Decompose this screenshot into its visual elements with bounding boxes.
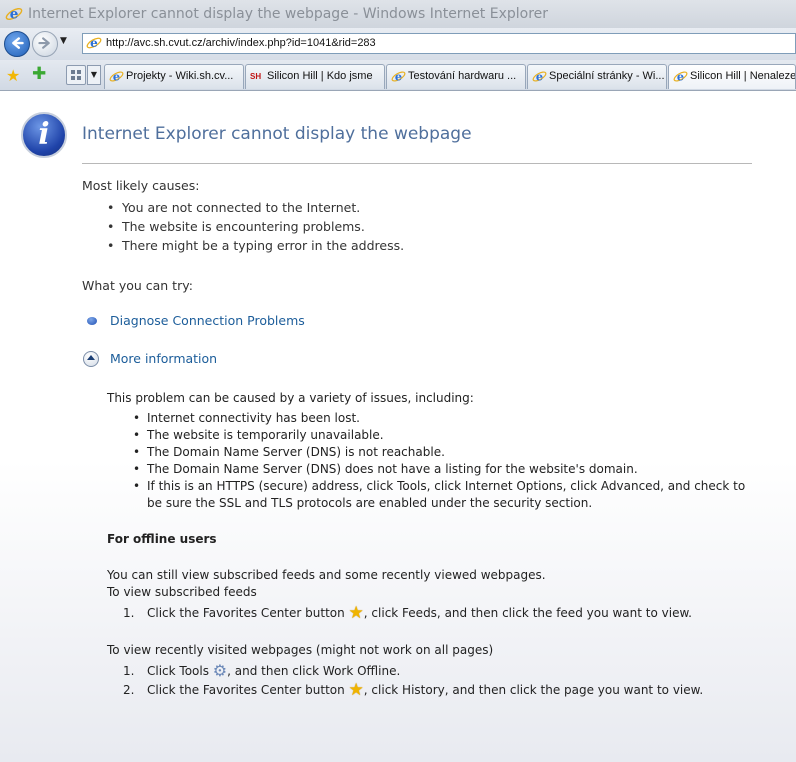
back-arrow-icon (12, 37, 24, 49)
more-info-link-text[interactable]: More information (110, 351, 217, 366)
svg-text:e: e (536, 69, 543, 83)
window-titlebar: e Internet Explorer cannot display the w… (0, 0, 796, 28)
ie-logo-icon: e (5, 7, 23, 23)
diagnose-link-text[interactable]: Diagnose Connection Problems (110, 313, 305, 328)
offline-heading: For offline users (107, 532, 217, 546)
back-button[interactable] (4, 31, 30, 57)
ie-icon: e (673, 69, 688, 83)
forward-arrow-icon (38, 37, 50, 49)
tab-specialni-stranky[interactable]: e Speciální stránky - Wi... (527, 64, 667, 89)
recent-label: To view recently visited webpages (might… (107, 643, 494, 657)
title-divider (82, 163, 752, 164)
step-text: , click Feeds, and then click the feed y… (363, 606, 692, 620)
svg-text:e: e (113, 69, 120, 83)
address-field[interactable]: e http://avc.sh.cvut.cz/archiv/index.php… (82, 33, 796, 54)
collapse-up-arrow-icon[interactable] (83, 351, 99, 367)
more-intro: This problem can be caused by a variety … (107, 391, 474, 405)
ie-icon: e (391, 69, 406, 83)
step-text: Click the Favorites Center button (147, 606, 345, 620)
step-number: 2. (123, 683, 135, 697)
list-item: The Domain Name Server (DNS) is not reac… (133, 444, 753, 461)
step-text: Click Tools (147, 664, 209, 678)
quick-tabs-button[interactable] (66, 65, 86, 85)
causes-label: Most likely causes: (82, 178, 200, 193)
favorites-star-icon: ★ (348, 603, 364, 623)
list-item: The website is encountering problems. (107, 217, 404, 236)
forward-button[interactable] (32, 31, 58, 57)
bullet-dot-icon (87, 317, 97, 325)
tab-label: Speciální stránky - Wi... (549, 70, 665, 82)
step-text: Click the Favorites Center button (147, 683, 345, 697)
tab-label: Projekty - Wiki.sh.cv... (126, 70, 234, 82)
svg-text:e: e (10, 7, 19, 23)
error-page: i Internet Explorer cannot display the w… (0, 91, 796, 762)
list-item: Internet connectivity has been lost. (133, 410, 753, 427)
svg-text:e: e (90, 36, 98, 50)
add-to-favorites-plus-icon[interactable]: ✚ (32, 64, 46, 84)
tab-bar: ★ ✚ ▼ e Projekty - Wiki.sh.cv... SH Sili… (0, 60, 796, 91)
tab-label: Silicon Hill | Nenalezeno (690, 70, 796, 82)
tab-nenalezeno-active[interactable]: e Silicon Hill | Nenalezeno (668, 64, 796, 89)
favorites-center-star-icon[interactable]: ★ (6, 66, 20, 85)
info-icon: i (21, 112, 67, 158)
tools-gear-icon: ⚙ (212, 661, 228, 680)
address-url[interactable]: http://avc.sh.cvut.cz/archiv/index.php?i… (106, 37, 376, 49)
page-ie-icon: e (86, 36, 102, 50)
feeds-label: To view subscribed feeds (107, 585, 257, 599)
window-title: Internet Explorer cannot display the web… (28, 6, 549, 22)
step-text: , and then click Work Offline. (227, 664, 401, 678)
tab-projekty[interactable]: e Projekty - Wiki.sh.cv... (104, 64, 244, 89)
causes-list: You are not connected to the Internet. T… (107, 198, 404, 255)
try-label: What you can try: (82, 278, 193, 293)
offline-intro: You can still view subscribed feeds and … (107, 568, 546, 582)
step-number: 1. (123, 664, 135, 678)
svg-text:e: e (395, 69, 402, 83)
list-item: The Domain Name Server (DNS) does not ha… (133, 461, 753, 478)
recent-pages-dropdown[interactable]: ▼ (60, 36, 67, 46)
ie-icon: e (532, 69, 547, 83)
navigation-bar: ▼ e http://avc.sh.cvut.cz/archiv/index.p… (0, 28, 796, 60)
list-item: The website is temporarily unavailable. (133, 427, 753, 444)
step-text: , click History, and then click the page… (363, 683, 704, 697)
ie-icon: e (109, 69, 124, 83)
tab-label: Silicon Hill | Kdo jsme (267, 70, 373, 82)
tab-kdo-jsme[interactable]: SH Silicon Hill | Kdo jsme (245, 64, 385, 89)
favorites-star-icon: ★ (348, 680, 364, 700)
issues-list: Internet connectivity has been lost. The… (133, 410, 753, 512)
sh-icon: SH (250, 72, 262, 81)
tab-label: Testování hardwaru ... (408, 70, 517, 82)
tab-testovani-hardwaru[interactable]: e Testování hardwaru ... (386, 64, 526, 89)
step-number: 1. (123, 606, 135, 620)
list-item: You are not connected to the Internet. (107, 198, 404, 217)
list-item: If this is an HTTPS (secure) address, cl… (133, 478, 753, 512)
page-title: Internet Explorer cannot display the web… (82, 124, 472, 144)
svg-text:e: e (677, 69, 684, 83)
tab-list-dropdown[interactable]: ▼ (87, 65, 101, 85)
list-item: There might be a typing error in the add… (107, 236, 404, 255)
